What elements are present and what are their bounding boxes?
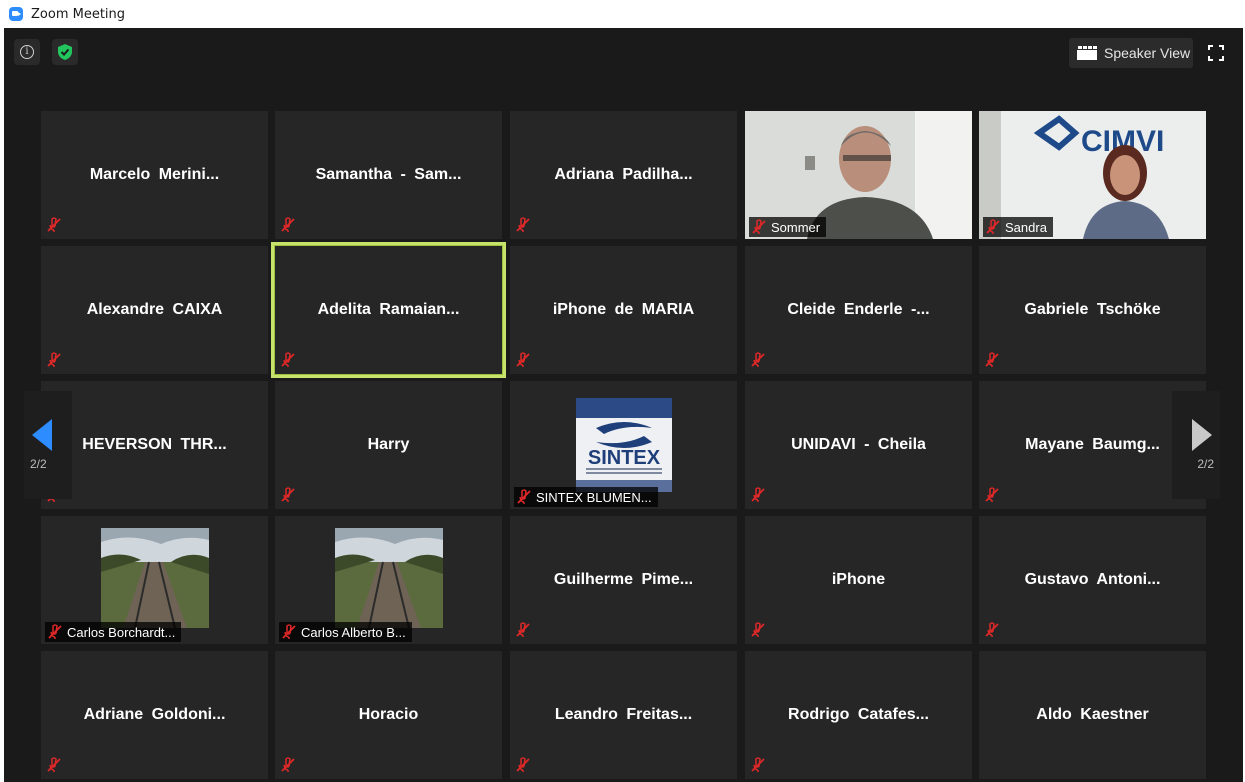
- participant-name: iPhone: [831, 571, 886, 588]
- participant-name: Rodrigo Catafes...: [788, 706, 929, 723]
- participant-tile[interactable]: Harry: [275, 381, 502, 509]
- participant-video-tile[interactable]: CIMVI Sandra: [979, 111, 1206, 239]
- participant-tile[interactable]: Adriana Padilha...: [510, 111, 737, 239]
- zoom-app-icon: [9, 7, 23, 21]
- participant-name: HEVERSON THR...: [82, 436, 227, 453]
- participant-name: iPhone de MARIA: [552, 301, 695, 318]
- muted-mic-icon: [986, 219, 1000, 234]
- muted-mic-icon: [47, 217, 61, 232]
- participant-tile[interactable]: Gabriele Tschöke: [979, 246, 1206, 374]
- participant-name-label: Sommer: [749, 217, 827, 237]
- muted-mic-icon: [751, 622, 765, 637]
- muted-mic-icon: [281, 487, 295, 502]
- sintex-logo-text: SINTEX: [588, 447, 661, 469]
- muted-mic-icon: [281, 217, 295, 232]
- muted-mic-icon: [282, 624, 296, 639]
- muted-mic-icon: [48, 624, 62, 639]
- participant-tile[interactable]: Cleide Enderle -...: [745, 246, 972, 374]
- participant-tile[interactable]: HEVERSON THR...: [41, 381, 268, 509]
- speaker-view-label: Speaker View: [1104, 45, 1191, 61]
- window-titlebar: Zoom Meeting: [0, 0, 1245, 28]
- participant-tile[interactable]: Alexandre CAIXA: [41, 246, 268, 374]
- meeting-area: i Speaker View Marcelo Merini... Samanth…: [4, 28, 1243, 782]
- muted-mic-icon: [751, 352, 765, 367]
- sintex-logo-picture: SINTEX: [576, 398, 672, 492]
- participant-tile[interactable]: iPhone: [745, 516, 972, 644]
- participant-name-label: SINTEX BLUMEN...: [514, 487, 658, 507]
- muted-mic-icon: [516, 622, 530, 637]
- next-page-button[interactable]: 2/2: [1172, 391, 1220, 499]
- participant-name: Harry: [367, 436, 410, 453]
- muted-mic-icon: [281, 352, 295, 367]
- muted-mic-icon: [751, 757, 765, 772]
- participant-name: Adriane Goldoni...: [83, 706, 226, 723]
- muted-mic-icon: [985, 622, 999, 637]
- arrow-left-icon: [32, 419, 52, 451]
- info-icon: i: [20, 45, 34, 59]
- fullscreen-icon: [1208, 45, 1224, 61]
- previous-page-button[interactable]: 2/2: [24, 391, 72, 499]
- participant-name: Leandro Freitas...: [554, 706, 693, 723]
- meeting-info-button[interactable]: i: [14, 39, 40, 65]
- muted-mic-icon: [281, 757, 295, 772]
- participant-name: Gabriele Tschöke: [1024, 301, 1161, 318]
- participant-tile[interactable]: iPhone de MARIA: [510, 246, 737, 374]
- participant-name: Sandra: [1005, 219, 1047, 235]
- shield-check-icon: [58, 44, 72, 60]
- participant-name: Sommer: [771, 219, 821, 235]
- participant-tile[interactable]: Adriane Goldoni...: [41, 651, 268, 779]
- active-speaker-tile[interactable]: Adelita Ramaian...: [271, 242, 506, 378]
- speaker-view-button[interactable]: Speaker View: [1069, 38, 1193, 68]
- security-shield-button[interactable]: [52, 39, 78, 65]
- muted-mic-icon: [752, 219, 766, 234]
- participant-name-label: Carlos Alberto B...: [279, 622, 412, 642]
- participant-name: Cleide Enderle -...: [787, 301, 930, 318]
- muted-mic-icon: [47, 757, 61, 772]
- participant-name: UNIDAVI - Cheila: [791, 436, 926, 453]
- participant-tile[interactable]: Horacio: [275, 651, 502, 779]
- window-title: Zoom Meeting: [31, 6, 126, 22]
- participant-name: Carlos Alberto B...: [301, 624, 406, 640]
- arrow-right-icon: [1192, 419, 1212, 451]
- participant-name: Adriana Padilha...: [554, 166, 693, 183]
- participant-name-label: Carlos Borchardt...: [45, 622, 182, 642]
- railway-picture: [101, 528, 209, 628]
- muted-mic-icon: [516, 757, 530, 772]
- muted-mic-icon: [47, 352, 61, 367]
- participant-tile[interactable]: Leandro Freitas...: [510, 651, 737, 779]
- page-indicator-right: 2/2: [1197, 457, 1214, 471]
- participant-picture-tile[interactable]: Carlos Borchardt...: [41, 516, 268, 644]
- participant-name: Adelita Ramaian...: [317, 301, 460, 318]
- railway-picture: [335, 528, 443, 628]
- participant-name: Marcelo Merini...: [89, 166, 220, 183]
- participant-name: Gustavo Antoni...: [1024, 571, 1161, 588]
- muted-mic-icon: [985, 352, 999, 367]
- participant-name: Guilherme Pime...: [553, 571, 694, 588]
- participant-video-tile[interactable]: Sommer: [745, 111, 972, 239]
- participant-name-label: Sandra: [983, 217, 1053, 237]
- participant-name: Carlos Borchardt...: [67, 624, 176, 640]
- participant-tile[interactable]: Aldo Kaestner: [979, 651, 1206, 779]
- participant-name: Alexandre CAIXA: [86, 301, 223, 318]
- muted-mic-icon: [516, 217, 530, 232]
- participant-picture-tile[interactable]: Carlos Alberto B...: [275, 516, 502, 644]
- speaker-view-icon: [1077, 46, 1097, 60]
- page-indicator-left: 2/2: [30, 457, 47, 471]
- fullscreen-button[interactable]: [1203, 40, 1229, 66]
- participant-name: Aldo Kaestner: [1036, 706, 1149, 723]
- participant-tile[interactable]: UNIDAVI - Cheila: [745, 381, 972, 509]
- participant-tile[interactable]: Rodrigo Catafes...: [745, 651, 972, 779]
- participant-tile[interactable]: Marcelo Merini...: [41, 111, 268, 239]
- participant-tile[interactable]: Samantha - Sam...: [275, 111, 502, 239]
- participant-name: Horacio: [358, 706, 419, 723]
- participant-tile[interactable]: Gustavo Antoni...: [979, 516, 1206, 644]
- participant-tile[interactable]: Guilherme Pime...: [510, 516, 737, 644]
- muted-mic-icon: [516, 352, 530, 367]
- participant-name: SINTEX BLUMEN...: [536, 489, 652, 505]
- muted-mic-icon: [751, 487, 765, 502]
- participant-picture-tile[interactable]: SINTEX SINTEX BLUMEN...: [510, 381, 737, 509]
- muted-mic-icon: [517, 489, 531, 504]
- participant-name: Samantha - Sam...: [315, 166, 462, 183]
- muted-mic-icon: [985, 487, 999, 502]
